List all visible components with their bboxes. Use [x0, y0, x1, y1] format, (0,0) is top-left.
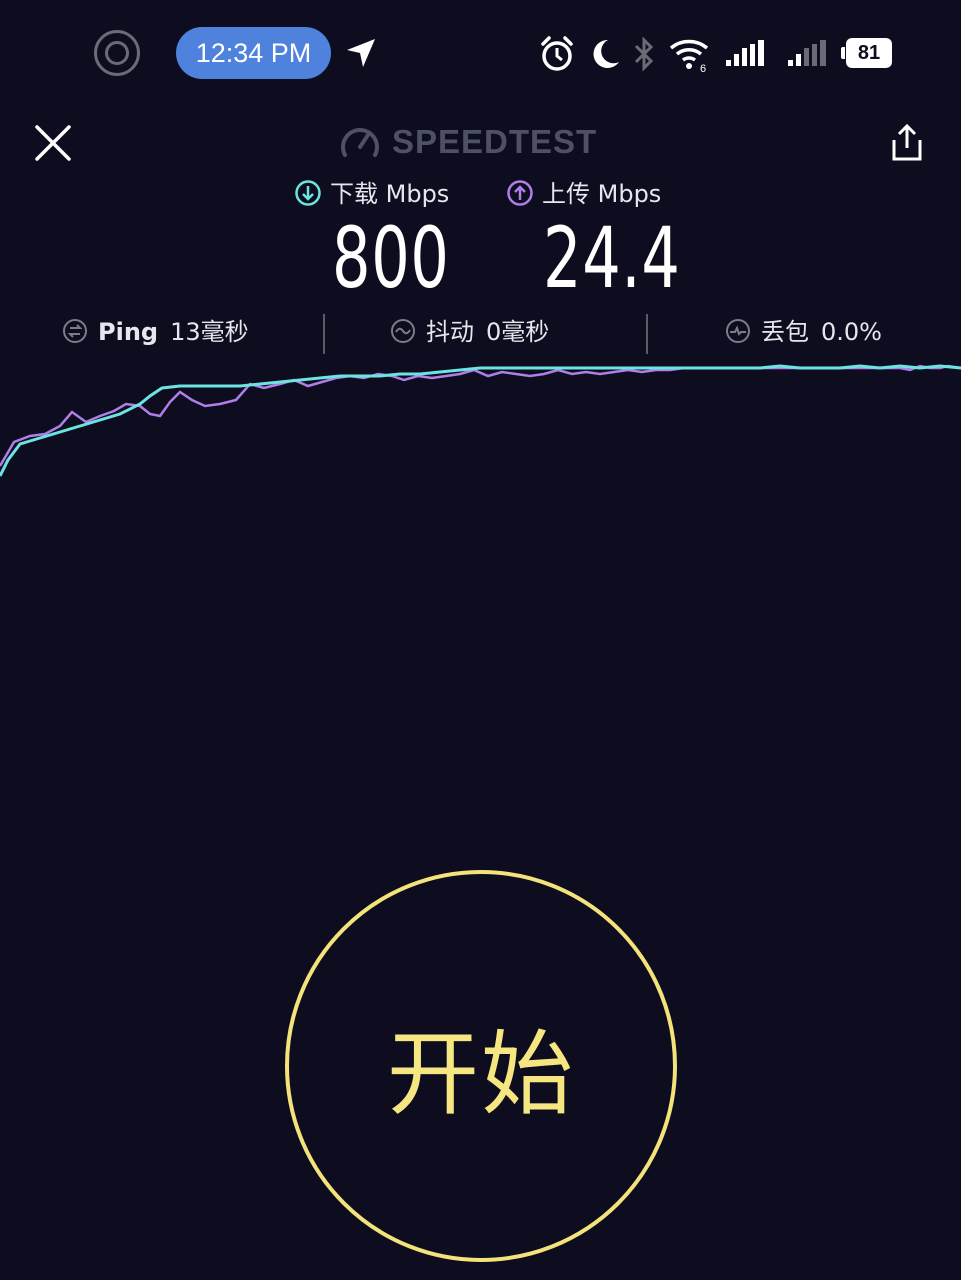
- ping-label: Ping: [98, 318, 159, 346]
- status-time[interactable]: 12:34 PM: [176, 27, 331, 79]
- wifi-icon: 6: [669, 39, 709, 74]
- packet-loss-value: 0.0%: [821, 318, 882, 346]
- share-icon[interactable]: [886, 122, 928, 164]
- upload-label-text: 上传 Mbps: [542, 180, 662, 208]
- ping-stat: Ping 13毫秒: [62, 312, 249, 352]
- download-value: 800: [332, 209, 450, 307]
- bluetooth-icon: [634, 36, 654, 72]
- upload-speed-line: [0, 364, 961, 467]
- jitter-stat: 抖动 0毫秒: [390, 312, 549, 352]
- packet-loss-stat: 丢包 0.0%: [725, 312, 882, 352]
- close-button[interactable]: [34, 124, 72, 162]
- moon-icon: [593, 39, 619, 68]
- speed-graph: [0, 364, 961, 477]
- download-label: 下载 Mbps: [294, 176, 449, 212]
- packet-loss-icon: [726, 319, 750, 343]
- stats-divider: [323, 314, 325, 354]
- jitter-value: 0毫秒: [486, 318, 550, 346]
- download-speed-line: [0, 364, 961, 477]
- ping-value: 13毫秒: [170, 318, 249, 346]
- upload-arrow-icon: [507, 180, 533, 206]
- location-arrow-icon: [347, 39, 375, 67]
- alarm-icon: [541, 36, 573, 71]
- packet-loss-label: 丢包: [761, 318, 809, 346]
- download-label-text: 下载 Mbps: [330, 180, 450, 208]
- status-bar: 12:34 PM 6 81: [0, 0, 961, 108]
- ping-icon: [63, 319, 87, 343]
- download-arrow-icon: [295, 180, 321, 206]
- stats-divider: [646, 314, 648, 354]
- signal-sim2-icon: [788, 40, 826, 66]
- svg-text:6: 6: [700, 63, 706, 74]
- start-button[interactable]: 开始: [285, 870, 677, 1262]
- signal-sim1-icon: [726, 40, 764, 66]
- gauge-icon: [341, 128, 379, 157]
- upload-label: 上传 Mbps: [506, 176, 661, 212]
- battery-indicator: 81: [841, 38, 892, 68]
- screen-record-icon: [94, 30, 140, 76]
- upload-value: 24.4: [543, 209, 681, 307]
- jitter-icon: [391, 319, 415, 343]
- jitter-label: 抖动: [426, 318, 474, 346]
- brand-name: SPEEDTEST: [392, 123, 598, 160]
